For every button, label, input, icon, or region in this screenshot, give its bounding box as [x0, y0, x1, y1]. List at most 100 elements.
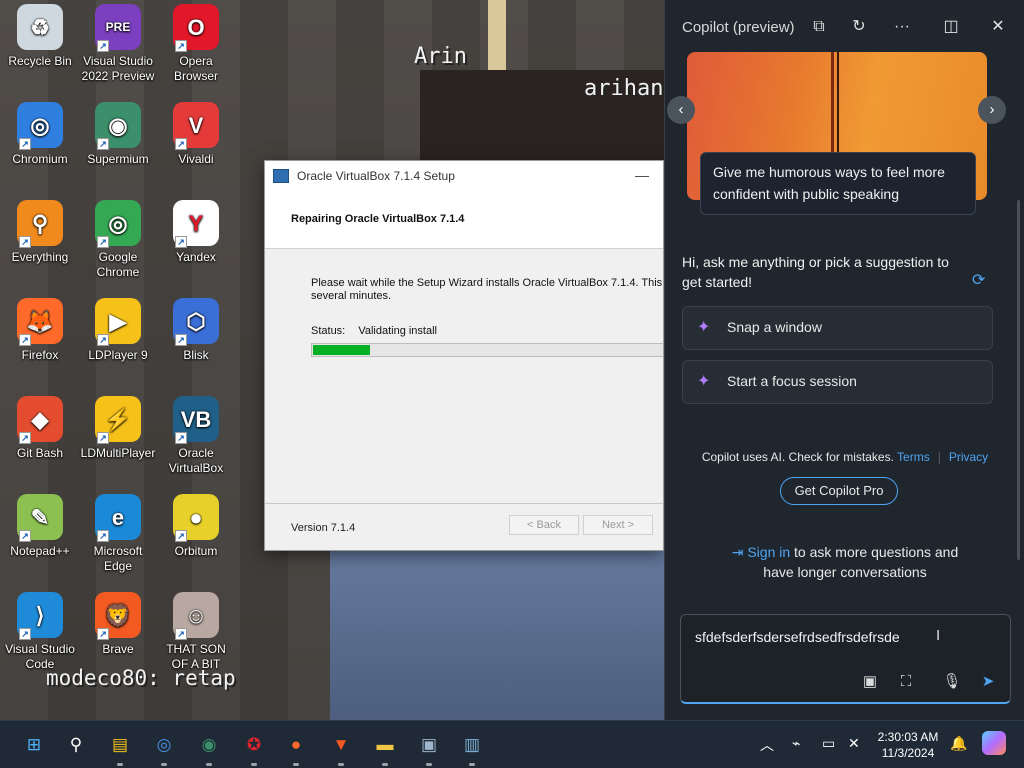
setup-titlebar[interactable]: Oracle VirtualBox 7.1.4 Setup — — [265, 161, 663, 191]
desktop-icon[interactable]: ◎ ↗ Chromium — [0, 102, 80, 167]
desktop-icon[interactable]: 🦊 ↗ Firefox — [0, 298, 80, 363]
shortcut-arrow-icon: ↗ — [97, 236, 109, 248]
setup-window-title: Oracle VirtualBox 7.1.4 Setup — [297, 169, 455, 183]
volume-muted-icon[interactable]: ✕ — [848, 735, 860, 752]
desktop-icon[interactable]: ☺ ↗ THAT SON OF A BIT — [156, 592, 236, 672]
shortcut-arrow-icon: ↗ — [175, 530, 187, 542]
shortcut-arrow-icon: ↗ — [97, 628, 109, 640]
desktop-icon[interactable]: O ↗ Opera Browser — [156, 4, 236, 84]
shortcut-arrow-icon: ↗ — [97, 530, 109, 542]
chromium-icon: ◎ ↗ — [17, 102, 63, 150]
desktop-icon[interactable]: e ↗ Microsoft Edge — [78, 494, 158, 574]
shortcut-arrow-icon: ↗ — [175, 138, 187, 150]
desktop-icon[interactable]: ⟩ ↗ Visual Studio Code — [0, 592, 80, 672]
desktop-icon-label: Vivaldi — [178, 152, 214, 166]
shortcut-arrow-icon: ↗ — [19, 138, 31, 150]
desktop-icon[interactable]: ⚡ ↗ LDMultiPlayer — [78, 396, 158, 461]
desktop-icon[interactable]: 🦁 ↗ Brave — [78, 592, 158, 657]
desktop-icon[interactable]: ⚲ ↗ Everything — [0, 200, 80, 265]
shortcut-arrow-icon: ↗ — [175, 334, 187, 346]
carousel-next-icon[interactable]: › — [978, 96, 1006, 124]
orbitum-icon: ● ↗ — [173, 494, 219, 542]
ldplayer-taskbar-icon[interactable]: ▤ — [106, 731, 134, 766]
desktop-icon[interactable]: ▶ ↗ LDPlayer 9 — [78, 298, 158, 363]
copilot-scrollbar[interactable] — [1017, 200, 1020, 560]
desktop-icon[interactable]: ♻ Recycle Bin — [0, 4, 80, 69]
desktop-icon-label: Everything — [11, 250, 69, 264]
search-icon[interactable]: ⚲ — [62, 731, 90, 759]
shortcut-arrow-icon: ↗ — [19, 628, 31, 640]
desktop-icon[interactable]: ◎ ↗ Google Chrome — [78, 200, 158, 280]
dock-panel-icon[interactable]: ◫ — [939, 15, 963, 39]
microphone-icon[interactable]: 🎙 — [941, 671, 963, 693]
close-icon[interactable]: ✕ — [986, 15, 1010, 39]
installer-taskbar-icon[interactable]: ▣ — [415, 731, 443, 766]
carousel-prev-icon[interactable]: ‹ — [667, 96, 695, 124]
screenshot-icon[interactable]: ⛶ — [895, 671, 917, 693]
desktop-icon-label: Edge — [103, 559, 133, 573]
privacy-link[interactable]: Privacy — [949, 450, 988, 464]
virtualbox-taskbar-icon[interactable]: ▥ — [458, 731, 486, 766]
clock-time: 2:30:03 AM — [877, 730, 939, 744]
shortcut-arrow-icon: ↗ — [175, 628, 187, 640]
copilot-panel[interactable]: Copilot (preview) ⧉ ↻ ··· ◫ ✕ ‹ › Give m… — [664, 0, 1024, 720]
get-copilot-pro-button[interactable]: Get Copilot Pro — [780, 477, 898, 505]
desktop-icon-label: Google — [98, 250, 138, 264]
desktop-icon[interactable]: Y ↗ Yandex — [156, 200, 236, 265]
signin-link[interactable]: Sign in — [747, 544, 790, 560]
shortcut-arrow-icon: ↗ — [175, 432, 187, 444]
open-external-icon[interactable]: ⧉ — [807, 15, 831, 39]
refresh-icon[interactable]: ↻ — [847, 15, 871, 39]
sparkle-icon: ✦ — [697, 319, 711, 336]
everything-search-icon: ⚲ ↗ — [17, 200, 63, 248]
display-icon[interactable]: ▭ — [822, 735, 835, 752]
desktop-icon[interactable]: PRE ↗ Visual Studio 2022 Preview — [78, 4, 158, 84]
desktop-icon[interactable]: ⬡ ↗ Blisk — [156, 298, 236, 363]
copilot-preview-icon[interactable] — [982, 731, 1006, 755]
minimize-button[interactable]: — — [635, 167, 649, 183]
supermium-taskbar-icon[interactable]: ◉ — [195, 731, 223, 766]
microsoft-edge-icon: e ↗ — [95, 494, 141, 542]
visual-studio-preview-icon: PRE ↗ — [95, 4, 141, 52]
notification-bell-icon[interactable]: 🔔 — [950, 735, 967, 752]
back-button[interactable]: < Back — [509, 515, 579, 535]
desktop-icon-label: Opera — [179, 54, 213, 68]
running-indicator — [338, 763, 344, 766]
virtualbox-setup-window[interactable]: Oracle VirtualBox 7.1.4 Setup — Repairin… — [264, 160, 664, 551]
desktop-icon[interactable]: ◉ ↗ Supermium — [78, 102, 158, 167]
signin-icon[interactable]: ⇥ — [732, 544, 744, 560]
brave-taskbar-icon[interactable]: ▼ — [327, 731, 355, 766]
more-options-icon[interactable]: ··· — [890, 15, 914, 39]
chip-label: Snap a window — [727, 319, 822, 335]
app-taskbar-icon[interactable]: ✪ — [240, 731, 268, 766]
next-button[interactable]: Next > — [583, 515, 653, 535]
composer-input[interactable]: sfdefsderfsdersefrdsedfrsdefrsde — [695, 629, 900, 645]
send-icon[interactable]: ➤ — [977, 671, 999, 693]
network-disconnected-icon[interactable]: ⌁ — [792, 735, 800, 752]
sparkle-icon: ✦ — [697, 373, 711, 390]
desktop-icon-label: THAT SON — [166, 642, 226, 656]
terms-link[interactable]: Terms — [897, 450, 930, 464]
setup-body: Please wait while the Setup Wizard insta… — [265, 249, 663, 357]
show-hidden-icons-icon[interactable]: ︿ — [760, 735, 774, 755]
desktop-icon[interactable]: VB ↗ Oracle VirtualBox — [156, 396, 236, 476]
suggestion-prompt[interactable]: Give me humorous ways to feel more confi… — [700, 152, 976, 215]
desktop-icon[interactable]: ◆ ↗ Git Bash — [0, 396, 80, 461]
suggestion-chip-focus-session[interactable]: ✦ Start a focus session — [682, 360, 993, 404]
firefox-taskbar-icon[interactable]: ● — [282, 731, 310, 766]
refresh-suggestions-icon[interactable]: ⟳ — [972, 270, 985, 290]
desktop-icon[interactable]: V ↗ Vivaldi — [156, 102, 236, 167]
file-explorer-icon[interactable]: ▬ — [371, 731, 399, 766]
message-composer[interactable]: sfdefsderfsdersefrdsedfrsdefrsde I ▣ ⛶ 🎙… — [680, 614, 1011, 704]
taskbar-clock[interactable]: 2:30:03 AM 11/3/2024 — [872, 729, 944, 761]
suggestion-chip-snap-window[interactable]: ✦ Snap a window — [682, 306, 993, 350]
add-image-icon[interactable]: ▣ — [859, 671, 881, 693]
setup-status: Status: Validating install — [311, 325, 663, 337]
copilot-greeting: Hi, ask me anything or pick a suggestion… — [682, 254, 949, 290]
desktop-icon[interactable]: ✎ ↗ Notepad++ — [0, 494, 80, 559]
desktop-icon[interactable]: ● ↗ Orbitum — [156, 494, 236, 559]
windows-start-icon[interactable]: ⊞ — [20, 731, 48, 759]
install-progress-bar — [311, 343, 663, 357]
setup-heading: Repairing Oracle VirtualBox 7.1.4 — [291, 213, 465, 225]
chromium-taskbar-icon[interactable]: ◎ — [150, 731, 178, 766]
